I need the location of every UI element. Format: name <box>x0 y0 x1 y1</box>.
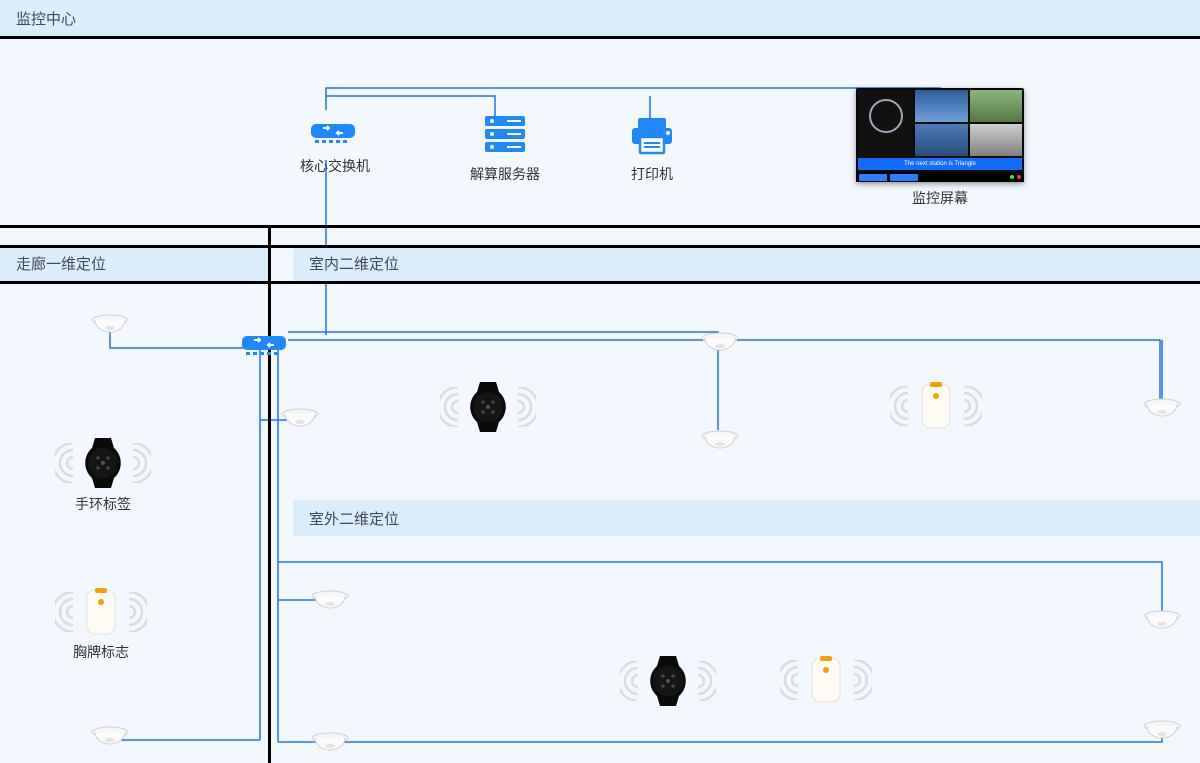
anchor-icon <box>310 732 350 754</box>
section-title: 走廊一维定位 <box>16 253 106 274</box>
device-label: 核心交换机 <box>300 156 370 176</box>
signal-waves-icon <box>127 592 147 632</box>
device-badge <box>780 656 872 704</box>
device-label: 打印机 <box>631 164 673 184</box>
device-label: 手环标签 <box>75 494 131 514</box>
section-title: 监控中心 <box>16 8 76 29</box>
signal-waves-icon <box>440 387 460 427</box>
aggregation-switch <box>240 322 292 365</box>
device-badge <box>890 382 982 430</box>
signal-waves-icon <box>852 660 872 700</box>
signal-waves-icon <box>55 443 75 483</box>
anchor-icon <box>310 590 350 612</box>
smartwatch-icon <box>464 382 512 432</box>
divider <box>0 245 1200 248</box>
device-core-switch: 核心交换机 <box>300 110 370 176</box>
signal-waves-icon <box>131 443 151 483</box>
server-icon <box>481 110 529 158</box>
anchor-icon <box>1142 610 1182 632</box>
device-badge: 胸牌标志 <box>55 588 147 662</box>
anchor-icon <box>1142 720 1182 742</box>
device-printer: 打印机 <box>628 112 676 184</box>
anchor-icon <box>90 314 130 336</box>
section-header-indoor: 室内二维定位 <box>293 245 1200 281</box>
smartwatch-icon <box>644 656 692 706</box>
badge-icon <box>81 588 121 636</box>
device-label: 解算服务器 <box>470 164 540 184</box>
device-monitor-screen: The next station is Triangle 监控屏幕 <box>856 88 1024 208</box>
anchor-icon <box>700 430 740 452</box>
signal-waves-icon <box>890 386 910 426</box>
divider-vertical <box>268 225 271 763</box>
section-title: 室外二维定位 <box>309 508 399 529</box>
divider <box>0 36 1200 39</box>
divider <box>0 225 1200 228</box>
signal-waves-icon <box>620 661 640 701</box>
signal-waves-icon <box>962 386 982 426</box>
section-header-corridor: 走廊一维定位 <box>0 245 270 281</box>
device-bracelet: 手环标签 <box>55 438 151 514</box>
anchor-icon <box>700 332 740 354</box>
device-label: 监控屏幕 <box>912 188 968 208</box>
device-bracelet <box>620 656 716 706</box>
section-title: 室内二维定位 <box>309 253 399 274</box>
badge-icon <box>916 382 956 430</box>
device-label: 胸牌标志 <box>73 642 129 662</box>
signal-waves-icon <box>55 592 75 632</box>
signal-waves-icon <box>516 387 536 427</box>
anchor-icon <box>1142 398 1182 420</box>
device-bracelet <box>440 382 536 432</box>
anchor-icon <box>90 726 130 748</box>
badge-icon <box>806 656 846 704</box>
smartwatch-icon <box>79 438 127 488</box>
device-solver-server: 解算服务器 <box>470 110 540 184</box>
printer-icon <box>628 112 676 158</box>
divider <box>0 281 1200 284</box>
switch-icon <box>240 322 292 360</box>
anchor-icon <box>280 408 320 430</box>
monitor-screen-icon: The next station is Triangle <box>856 88 1024 182</box>
section-header-monitoring: 监控中心 <box>0 0 1200 36</box>
signal-waves-icon <box>780 660 800 700</box>
section-header-outdoor: 室外二维定位 <box>293 500 1200 536</box>
switch-icon <box>309 110 361 150</box>
signal-waves-icon <box>696 661 716 701</box>
